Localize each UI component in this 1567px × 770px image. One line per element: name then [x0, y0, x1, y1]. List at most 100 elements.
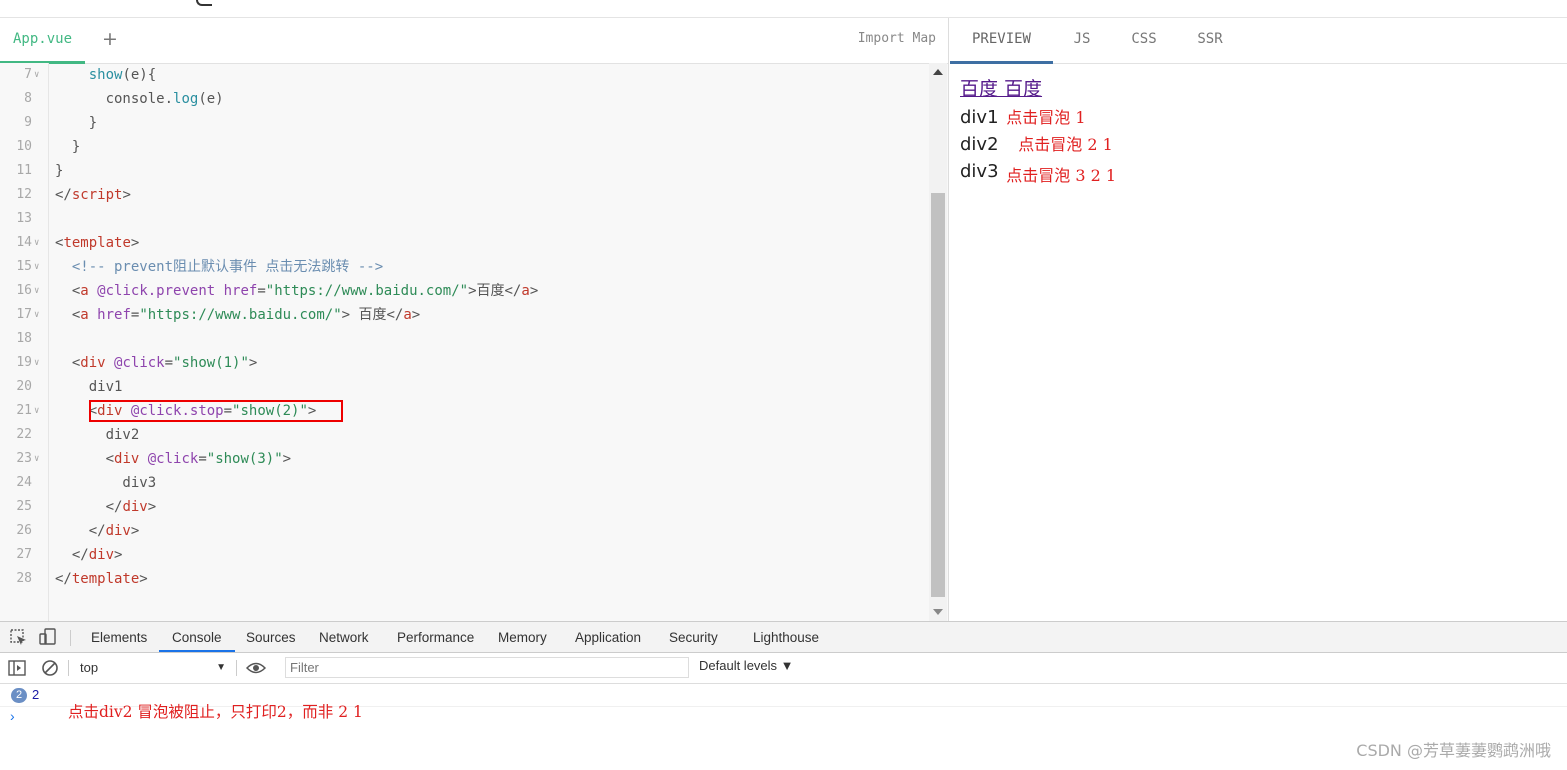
- code-line[interactable]: 11}: [0, 159, 928, 183]
- scroll-down-arrow-icon[interactable]: [933, 609, 943, 615]
- code-line[interactable]: 17 ∨ <a href="https://www.baidu.com/"> 百度…: [0, 303, 928, 327]
- toolbar-separator: [68, 660, 69, 676]
- code-line[interactable]: 26 </div>: [0, 519, 928, 543]
- code-token: script: [71, 187, 123, 203]
- code-line[interactable]: 16 ∨ <a @click.prevent href="https://www.…: [0, 279, 928, 303]
- code-line[interactable]: 22 div2: [0, 423, 928, 447]
- code-token: template: [71, 571, 140, 587]
- code-area[interactable]: 7 ∨ show(e){8 console.log(e) 9 } 10 } 11} 12 <…: [0, 63, 928, 621]
- live-expression-eye-icon[interactable]: [246, 661, 266, 675]
- fold-chevron-icon[interactable]: ∨: [34, 303, 39, 327]
- line-number: 19: [16, 355, 32, 370]
- code-line[interactable]: 9 }: [0, 111, 928, 135]
- code-token: href: [97, 307, 131, 323]
- code-token: </: [55, 523, 106, 539]
- fold-chevron-icon[interactable]: ∨: [34, 399, 39, 423]
- code-text: </div>: [55, 495, 157, 519]
- code-line[interactable]: 24 div3: [0, 471, 928, 495]
- div2-note: 点击冒泡 2 1: [1018, 135, 1113, 154]
- code-token: >: [248, 355, 258, 371]
- default-levels-dropdown[interactable]: Default levels ▼: [699, 658, 794, 673]
- tab-memory[interactable]: Memory: [498, 622, 547, 652]
- code-line[interactable]: 12 </script>: [0, 183, 928, 207]
- tab-elements[interactable]: Elements: [91, 622, 147, 652]
- line-number: 11: [16, 163, 32, 178]
- code-line[interactable]: 7 ∨ show(e){: [0, 63, 928, 87]
- toolbar-separator: [236, 660, 237, 676]
- fold-chevron-icon[interactable]: ∨: [34, 255, 39, 279]
- code-line[interactable]: 25 </div>: [0, 495, 928, 519]
- code-line[interactable]: 28 </template>: [0, 567, 928, 591]
- add-file-button[interactable]: +: [100, 27, 120, 51]
- tab-sources[interactable]: Sources: [246, 622, 296, 652]
- code-token: }: [55, 163, 64, 179]
- code-token: a: [521, 283, 530, 299]
- scroll-up-arrow-icon[interactable]: [933, 69, 943, 75]
- code-line[interactable]: 15 ∨ <!-- prevent阻止默认事件 点击无法跳转 -->: [0, 255, 928, 279]
- code-line[interactable]: 14 ∨ <template>: [0, 231, 928, 255]
- sidebar-toggle-icon[interactable]: [8, 659, 26, 677]
- inspect-element-icon[interactable]: [10, 629, 28, 647]
- tab-ssr[interactable]: SSR: [1190, 18, 1230, 61]
- code-line[interactable]: 23 ∨ <div @click="show(3)">: [0, 447, 928, 471]
- code-token: @click.prevent: [97, 283, 216, 299]
- code-token: "https://www.baidu.com/": [139, 307, 342, 323]
- code-line[interactable]: 19 ∨ <div @click="show(1)">: [0, 351, 928, 375]
- code-line[interactable]: 20 div1: [0, 375, 928, 399]
- code-line[interactable]: 10 }: [0, 135, 928, 159]
- file-tab-app-vue[interactable]: App.vue: [0, 18, 86, 64]
- tab-js[interactable]: JS: [1062, 18, 1102, 61]
- fold-chevron-icon[interactable]: ∨: [34, 231, 39, 255]
- device-toolbar-icon[interactable]: [39, 628, 57, 646]
- editor-scrollbar[interactable]: [929, 63, 947, 621]
- fold-chevron-icon[interactable]: ∨: [34, 63, 39, 87]
- tab-lighthouse[interactable]: Lighthouse: [753, 622, 819, 652]
- tab-preview[interactable]: PREVIEW: [950, 18, 1053, 64]
- preview-div2[interactable]: div2 点击冒泡 2 1: [960, 131, 1113, 155]
- code-token: >: [130, 523, 140, 539]
- code-editor-pane: App.vue + Import Map 7 ∨ show(e){8 consol…: [0, 18, 949, 621]
- code-text: </div>: [55, 519, 140, 543]
- code-text: div2: [55, 423, 140, 447]
- div3-label: div3: [960, 161, 999, 182]
- preview-div3[interactable]: div3 点击冒泡 3 2 1: [960, 158, 1116, 185]
- tab-performance[interactable]: Performance: [397, 622, 474, 652]
- clear-console-icon[interactable]: [41, 659, 59, 677]
- baidu-links[interactable]: 百度 百度: [960, 74, 1042, 101]
- context-selector[interactable]: top ▼: [74, 657, 230, 679]
- code-line[interactable]: 8 console.log(e): [0, 87, 928, 111]
- tab-network[interactable]: Network: [319, 622, 369, 652]
- code-text: show(e){: [55, 63, 156, 87]
- code-token: div: [88, 547, 115, 563]
- code-line[interactable]: 27 </div>: [0, 543, 928, 567]
- code-token: div: [105, 523, 131, 539]
- console-prompt-icon[interactable]: ›: [10, 708, 15, 724]
- code-token: > 百度</: [341, 307, 404, 323]
- code-token: div: [80, 355, 106, 371]
- code-line[interactable]: 13: [0, 207, 928, 231]
- code-token: "show(3)": [206, 451, 283, 467]
- fold-chevron-icon[interactable]: ∨: [34, 351, 39, 375]
- fold-chevron-icon[interactable]: ∨: [34, 279, 39, 303]
- tab-security[interactable]: Security: [669, 622, 718, 652]
- console-filter-input[interactable]: Filter: [285, 657, 689, 678]
- import-map-button[interactable]: Import Map: [858, 31, 936, 46]
- tab-application[interactable]: Application: [575, 622, 641, 652]
- preview-div1[interactable]: div1 点击冒泡 1: [960, 104, 1086, 128]
- console-toolbar: top ▼ Filter Default levels ▼: [0, 653, 1567, 684]
- div1-label: div1: [960, 107, 999, 128]
- code-token: </: [55, 499, 123, 515]
- line-number: 16: [16, 283, 32, 298]
- code-token: >百度</: [468, 283, 522, 299]
- line-number: 26: [16, 523, 32, 538]
- fold-chevron-icon[interactable]: ∨: [34, 447, 39, 471]
- code-line[interactable]: 18: [0, 327, 928, 351]
- code-token: >: [147, 499, 157, 515]
- tab-css[interactable]: CSS: [1122, 18, 1166, 61]
- scrollbar-thumb[interactable]: [931, 193, 945, 597]
- tab-console[interactable]: Console: [159, 622, 235, 652]
- code-token: @click: [114, 355, 165, 371]
- red-annotation: 点击div2 冒泡被阻止，只打印2，而非 2 1: [68, 703, 363, 721]
- highlight-box: [89, 400, 343, 422]
